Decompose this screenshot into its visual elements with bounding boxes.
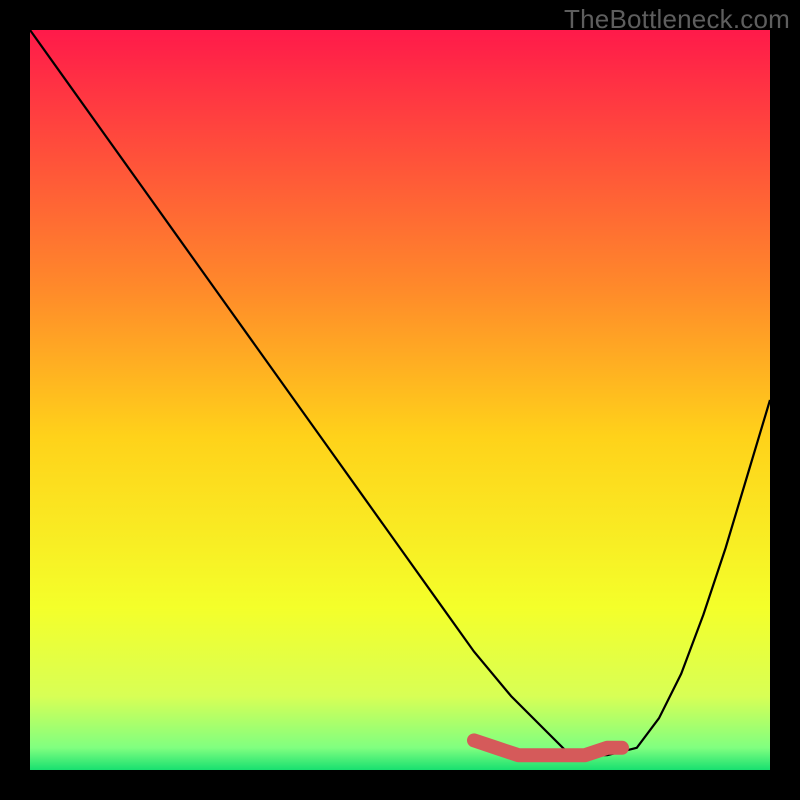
gradient-background bbox=[30, 30, 770, 770]
chart-frame: TheBottleneck.com bbox=[0, 0, 800, 800]
watermark-text: TheBottleneck.com bbox=[564, 4, 790, 35]
chart-svg bbox=[30, 30, 770, 770]
plot-area bbox=[30, 30, 770, 770]
